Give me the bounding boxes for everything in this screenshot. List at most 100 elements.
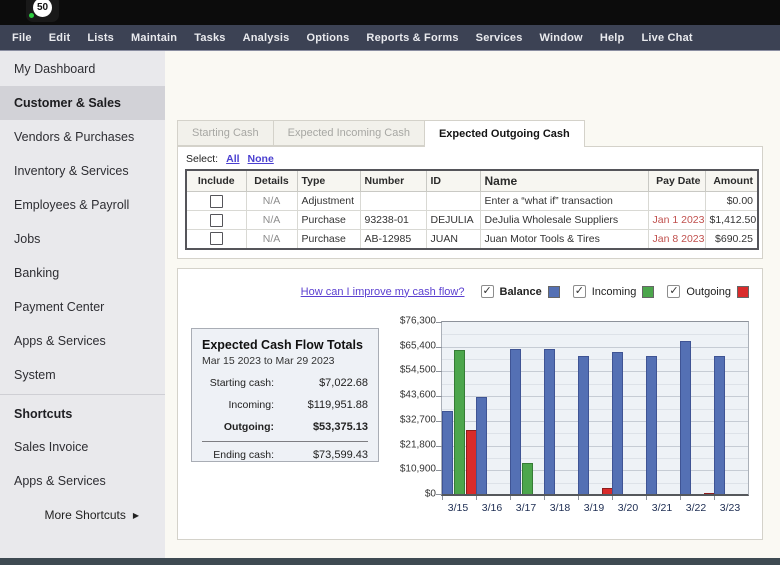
tab-expected-outgoing-cash[interactable]: Expected Outgoing Cash [424, 120, 585, 147]
totals-ending-cash: Ending cash: $73,599.43 [202, 449, 368, 461]
sidebar-item-payment-center[interactable]: Payment Center [0, 290, 165, 324]
col-id: ID [426, 170, 480, 192]
legend-balance-label: Balance [500, 286, 542, 298]
y-tick-label: $0 [425, 489, 436, 500]
cell-number: AB-12985 [360, 230, 426, 249]
sidebar-item-apps-services[interactable]: Apps & Services [0, 324, 165, 358]
cell-amount: $1,412.50 [705, 211, 758, 230]
improve-cash-flow-link[interactable]: How can I improve my cash flow? [301, 286, 465, 298]
sidebar-item-my-dashboard[interactable]: My Dashboard [0, 52, 165, 86]
menu-maintain[interactable]: Maintain [131, 32, 177, 44]
cash-flow-chart-panel: How can I improve my cash flow? Balance … [177, 268, 763, 540]
sage50-window: 50 File Edit Lists Maintain Tasks Analys… [0, 0, 780, 565]
include-checkbox[interactable] [210, 195, 223, 208]
cell-amount: $0.00 [705, 192, 758, 211]
sidebar-item-system[interactable]: System [0, 358, 165, 392]
totals-outgoing: Outgoing: $53,375.13 [202, 421, 368, 433]
bar-balance-3/17 [510, 349, 521, 494]
sidebar-item-inventory-services[interactable]: Inventory & Services [0, 154, 165, 188]
select-all-link[interactable]: All [226, 153, 239, 165]
cell-details: N/A [246, 230, 297, 249]
balance-checkbox[interactable] [481, 285, 494, 298]
x-tick [612, 496, 613, 500]
select-none-link[interactable]: None [248, 153, 274, 165]
cell-amount: $690.25 [705, 230, 758, 249]
x-tick [442, 496, 443, 500]
sidebar-item-jobs[interactable]: Jobs [0, 222, 165, 256]
menu-analysis[interactable]: Analysis [243, 32, 290, 44]
menu-file[interactable]: File [12, 32, 32, 44]
totals-starting-cash: Starting cash: $7,022.68 [202, 377, 368, 389]
chart-header-row: How can I improve my cash flow? Balance … [178, 285, 749, 298]
bar-balance-3/19 [578, 356, 589, 494]
menu-help[interactable]: Help [600, 32, 625, 44]
x-tick-label: 3/17 [516, 502, 536, 514]
outgoing-color-swatch [737, 286, 749, 298]
transactions-table: Include Details Type Number ID Name Pay … [185, 169, 759, 250]
legend-incoming-label: Incoming [592, 286, 637, 298]
legend-incoming: Incoming [573, 285, 655, 298]
sage50-logo[interactable]: 50 [26, 0, 59, 22]
menubar: File Edit Lists Maintain Tasks Analysis … [0, 25, 780, 51]
expected-cash-flow-totals: Expected Cash Flow Totals Mar 15 2023 to… [191, 328, 379, 462]
y-tick-label: $21,800 [400, 439, 436, 450]
x-tick-label: 3/22 [686, 502, 706, 514]
y-tick-label: $65,400 [400, 340, 436, 351]
cell-type: Adjustment [297, 192, 360, 211]
gridline-major [442, 371, 748, 372]
gridline-minor [442, 334, 748, 335]
bar-balance-3/18 [544, 349, 555, 494]
cell-name: DeJulia Wholesale Suppliers [480, 211, 648, 230]
x-tick-label: 3/19 [584, 502, 604, 514]
totals-date-range: Mar 15 2023 to Mar 29 2023 [202, 355, 368, 367]
legend-balance: Balance [481, 285, 560, 298]
x-tick [510, 496, 511, 500]
x-tick-label: 3/16 [482, 502, 502, 514]
menu-services[interactable]: Services [476, 32, 523, 44]
x-tick [578, 496, 579, 500]
menu-live-chat[interactable]: Live Chat [641, 32, 692, 44]
bar-incoming-3/17 [522, 463, 533, 494]
x-tick [544, 496, 545, 500]
shortcut-sales-invoice[interactable]: Sales Invoice [0, 430, 165, 464]
gridline-minor [442, 433, 748, 434]
sidebar-item-employees-payroll[interactable]: Employees & Payroll [0, 188, 165, 222]
menu-tasks[interactable]: Tasks [194, 32, 225, 44]
cell-details: N/A [246, 211, 297, 230]
y-tick-label: $32,700 [400, 414, 436, 425]
col-number: Number [360, 170, 426, 192]
bar-balance-3/23 [714, 356, 725, 494]
more-shortcuts-label: More Shortcuts [44, 508, 125, 522]
incoming-checkbox[interactable] [573, 285, 586, 298]
tab-expected-incoming-cash[interactable]: Expected Incoming Cash [273, 120, 424, 146]
col-details: Details [246, 170, 297, 192]
menu-options[interactable]: Options [306, 32, 349, 44]
menu-window[interactable]: Window [540, 32, 583, 44]
table-row: N/A Adjustment Enter a “what if” transac… [186, 192, 758, 211]
bar-balance-3/22 [680, 341, 691, 494]
shortcut-apps-services[interactable]: Apps & Services [0, 464, 165, 498]
x-tick [714, 496, 715, 500]
col-include: Include [186, 170, 246, 192]
menu-edit[interactable]: Edit [49, 32, 71, 44]
sidebar-item-customer-sales[interactable]: Customer & Sales [0, 86, 165, 120]
menu-lists[interactable]: Lists [87, 32, 114, 44]
more-shortcuts-button[interactable]: More Shortcuts ▶ [0, 498, 165, 532]
tab-starting-cash[interactable]: Starting Cash [177, 120, 273, 146]
totals-title: Expected Cash Flow Totals [202, 338, 368, 352]
x-tick-label: 3/15 [448, 502, 468, 514]
include-checkbox[interactable] [210, 232, 223, 245]
bar-balance-3/15 [442, 411, 453, 494]
y-tick [436, 371, 442, 372]
outgoing-checkbox[interactable] [667, 285, 680, 298]
sidebar-item-vendors-purchases[interactable]: Vendors & Purchases [0, 120, 165, 154]
chart-plot-area [441, 321, 749, 496]
gridline-minor [442, 483, 748, 484]
include-checkbox[interactable] [210, 214, 223, 227]
sidebar-item-banking[interactable]: Banking [0, 256, 165, 290]
shortcuts-header: Shortcuts [0, 397, 165, 430]
cell-name: Enter a “what if” transaction [480, 192, 648, 211]
menu-reports-forms[interactable]: Reports & Forms [366, 32, 458, 44]
table-header-row: Include Details Type Number ID Name Pay … [186, 170, 758, 192]
cell-type: Purchase [297, 211, 360, 230]
